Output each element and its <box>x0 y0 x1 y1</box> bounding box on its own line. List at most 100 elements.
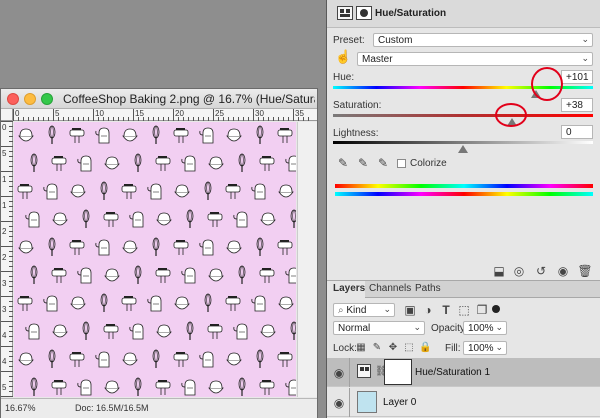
ruler-tick <box>9 261 13 262</box>
ruler-tick <box>273 117 274 121</box>
layer-row-hue-saturation[interactable]: ◉ ⛓ Hue/Saturation 1 <box>327 358 600 387</box>
ruler-tick <box>9 206 13 207</box>
ruler-tick <box>9 306 13 307</box>
tab-layers[interactable]: Layers <box>333 283 365 294</box>
lock-all-icon[interactable]: 🔒 <box>419 341 431 353</box>
ruler-tick <box>9 176 13 177</box>
pattern-motif <box>156 324 172 338</box>
ruler-origin[interactable] <box>1 109 13 121</box>
ruler-tick <box>9 266 13 267</box>
ruler-tick <box>9 356 13 357</box>
saturation-slider-track[interactable] <box>333 114 593 117</box>
layer-name[interactable]: Layer 0 <box>383 397 416 408</box>
lightness-slider-thumb[interactable] <box>458 145 468 153</box>
pattern-motif <box>134 265 142 284</box>
reset-icon[interactable]: ↺ <box>533 264 549 278</box>
ruler-vertical[interactable]: 0 5 1 1 2 2 3 3 4 4 5 <box>1 121 13 397</box>
eyedropper-subtract-icon[interactable]: ✎ <box>375 156 391 172</box>
lock-transparency-icon[interactable]: ▦ <box>355 341 367 353</box>
zoom-window-button[interactable] <box>41 93 53 105</box>
pattern-motif <box>100 181 108 200</box>
pattern-motif <box>233 211 248 228</box>
ruler-tick <box>1 296 13 297</box>
filter-pixel-icon[interactable]: ▣ <box>403 303 417 317</box>
ruler-tick <box>38 117 39 121</box>
ruler-tick <box>9 251 13 252</box>
ruler-tick <box>1 346 13 347</box>
pattern-motif <box>173 128 189 143</box>
saturation-value-input[interactable]: +38 <box>561 98 593 112</box>
preset-select[interactable]: Custom ⌄ <box>373 33 593 47</box>
ruler-number: 25 <box>215 109 224 118</box>
pattern-motif <box>225 184 241 199</box>
ruler-tick <box>93 109 94 121</box>
chevron-down-icon: ⌄ <box>413 322 421 332</box>
tab-channels[interactable]: Channels <box>369 283 411 294</box>
image-canvas[interactable] <box>14 122 296 397</box>
document-titlebar[interactable]: CoffeeShop Baking 2.png @ 16.7% (Hue/Sat… <box>1 89 317 109</box>
pattern-motif <box>174 184 190 198</box>
clip-to-layer-icon[interactable]: ⬓ <box>491 264 507 278</box>
pattern-motif <box>121 296 137 311</box>
layer-thumbnail[interactable] <box>357 391 377 413</box>
lock-pixels-icon[interactable]: ✎ <box>371 341 383 353</box>
lock-artboard-icon[interactable]: ⬚ <box>403 341 415 353</box>
chevron-down-icon: ⌄ <box>383 304 391 314</box>
lock-position-icon[interactable]: ✥ <box>387 341 399 353</box>
tab-paths[interactable]: Paths <box>415 283 441 294</box>
ruler-tick <box>123 117 124 121</box>
ruler-tick <box>108 117 109 121</box>
layer-name[interactable]: Hue/Saturation 1 <box>415 367 490 378</box>
filter-toggle-icon[interactable] <box>492 305 500 313</box>
view-previous-state-icon[interactable]: ◎ <box>511 264 527 278</box>
pattern-motif <box>129 211 144 228</box>
colorize-checkbox[interactable] <box>397 159 406 168</box>
layer-row-layer-0[interactable]: ◉ Layer 0 <box>327 388 600 417</box>
targeted-adjustment-hand-icon[interactable]: ☝ <box>335 50 351 66</box>
pattern-motif <box>30 265 38 284</box>
channel-select[interactable]: Master ⌄ <box>357 52 593 66</box>
pattern-motif <box>122 240 138 254</box>
pattern-motif <box>18 128 34 142</box>
filter-adjustment-icon[interactable]: ◑ <box>421 303 435 317</box>
filter-type-icon[interactable]: T <box>439 303 453 317</box>
document-size[interactable]: Doc: 16.5M/16.5M <box>75 403 149 413</box>
trash-icon[interactable]: 🗑 <box>577 264 593 278</box>
zoom-level[interactable]: 16.67% <box>5 403 36 413</box>
layer-mask-thumbnail[interactable] <box>384 359 412 385</box>
vertical-scrollbar[interactable] <box>297 122 317 397</box>
pattern-motif <box>103 324 119 339</box>
eye-visibility-icon[interactable]: ◉ <box>331 396 347 410</box>
adjustment-icon[interactable] <box>337 6 353 20</box>
opacity-input[interactable]: 100% ⌄ <box>463 321 507 335</box>
ruler-tick <box>203 117 204 121</box>
ruler-tick <box>9 216 13 217</box>
ruler-number: 1 <box>2 201 7 210</box>
chevron-down-icon: ⌄ <box>495 342 503 352</box>
eyedropper-icon[interactable]: ✎ <box>335 156 351 172</box>
document-window: CoffeeShop Baking 2.png @ 16.7% (Hue/Sat… <box>0 88 344 418</box>
minimize-window-button[interactable] <box>24 93 36 105</box>
layer-filter-select[interactable]: ⌕ Kind ⌄ <box>333 303 395 317</box>
pattern-motif <box>82 209 90 228</box>
mask-icon[interactable] <box>356 6 372 20</box>
lightness-slider-track[interactable] <box>333 141 593 144</box>
filter-shape-icon[interactable]: ⬚ <box>457 303 471 317</box>
eyedropper-add-icon[interactable]: ✎ <box>355 156 371 172</box>
link-icon[interactable]: ⛓ <box>375 365 388 377</box>
lightness-value-input[interactable]: 0 <box>561 125 593 139</box>
filter-smart-object-icon[interactable]: ❐ <box>475 303 489 317</box>
close-window-button[interactable] <box>7 93 19 105</box>
pattern-motif <box>52 212 68 226</box>
blend-mode-select[interactable]: Normal ⌄ <box>333 321 425 335</box>
pattern-motif <box>259 268 275 283</box>
pattern-motif <box>226 352 242 366</box>
ruler-horizontal[interactable]: 0510152025303540 <box>13 109 344 121</box>
fill-input[interactable]: 100% ⌄ <box>463 341 507 355</box>
hue-value-input[interactable]: +101 <box>561 70 593 84</box>
visibility-icon[interactable]: ◉ <box>555 264 571 278</box>
ruler-tick <box>213 109 214 121</box>
pattern-motif <box>199 127 214 144</box>
eye-visibility-icon[interactable]: ◉ <box>331 366 347 380</box>
pattern-motif <box>233 323 248 340</box>
